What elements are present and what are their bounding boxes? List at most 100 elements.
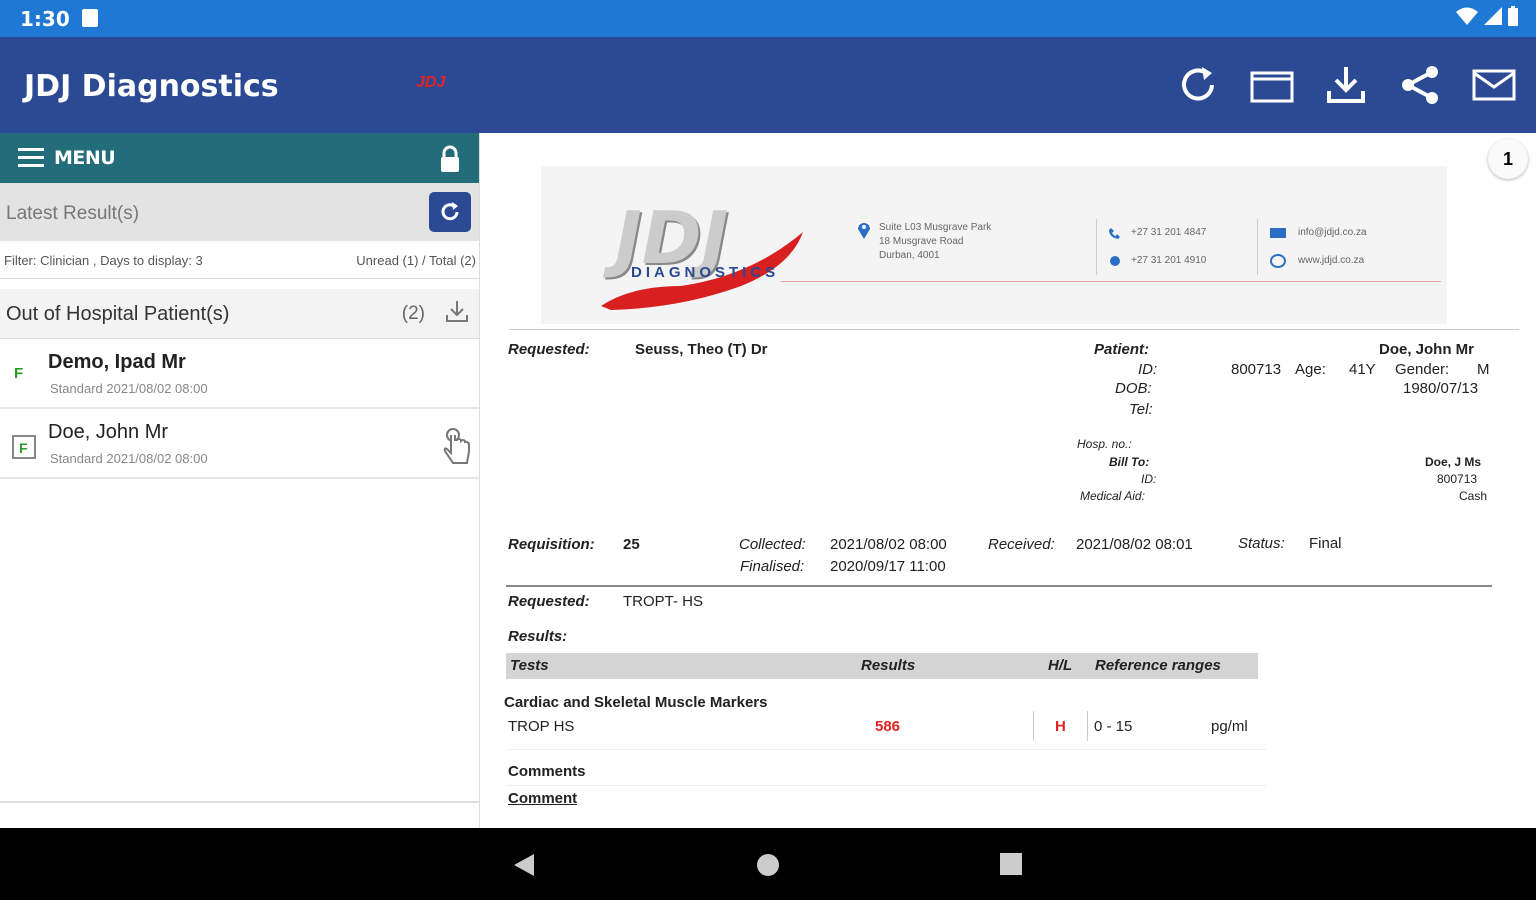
patient-group-header[interactable]: Out of Hospital Patient(s) (2) [0,289,479,339]
patient-subtitle: Standard 2021/08/02 08:00 [50,381,208,396]
sidebar: MENU Latest Result(s) Filter: Clinician … [0,133,480,828]
comments-label: Comments [508,763,586,780]
patient-name-value: Doe, John Mr [1379,341,1475,358]
email-icon [1472,69,1516,101]
app-logo: JDJ [416,74,446,91]
signal-icon [1484,7,1502,25]
svg-text:F: F [19,440,28,456]
battery-icon [1508,6,1518,26]
refresh-icon [441,202,459,221]
sd-card-icon [82,9,98,27]
id-value: 800713 [1231,361,1282,378]
divider [506,585,1492,587]
menu-label[interactable]: MENU [54,147,116,169]
dob-value: 1980/07/13 [1403,380,1479,397]
phone-icon [1109,228,1120,239]
unread-total-text: Unread (1) / Total (2) [356,253,476,268]
requested-doctor: Seuss, Theo (T) Dr [635,341,768,358]
divider [0,801,480,803]
test-range: 0 - 15 [1094,718,1133,735]
hamburger-icon[interactable] [18,148,44,168]
divider [781,281,1441,282]
requisition-value: 25 [623,536,640,553]
test-flag: H [1055,718,1066,735]
lab-letterhead: JDJ DIAGNOSTICS Suite L03 Musgrave Park … [541,166,1447,324]
requested-tests-value: TROPT- HS [623,593,704,610]
list-item[interactable]: F Demo, Ipad Mr Standard 2021/08/02 08:0… [0,339,479,409]
latest-results-header: Latest Result(s) [0,183,479,241]
collected-label: Collected: [739,536,806,553]
divider [1033,711,1034,741]
status-label: Status: [1238,535,1285,552]
test-result: 586 [875,718,901,735]
collected-value: 2021/08/02 08:00 [830,536,947,553]
hosp-no-label: Hosp. no.: [1077,437,1132,451]
finalised-value: 2020/09/17 11:00 [830,558,946,575]
received-label: Received: [988,536,1055,553]
app-title: JDJ Diagnostics [24,69,279,104]
email-button[interactable] [1472,61,1516,109]
document-icon: F [12,435,36,459]
divider [506,749,1266,750]
filter-text: Filter: Clinician , Days to display: 3 [4,253,203,268]
menu-bar[interactable]: MENU [0,133,479,183]
bill-id-label: ID: [1141,472,1157,486]
received-value: 2021/08/02 08:01 [1076,536,1193,553]
refresh-icon [1182,67,1214,101]
email-icon [1270,228,1286,238]
medical-aid-value: Cash [1459,489,1488,503]
home-icon[interactable] [756,853,780,877]
list-item[interactable]: F Doe, John Mr Standard 2021/08/02 08:00 [0,409,479,479]
finalised-label: Finalised: [740,558,805,575]
requisition-label: Requisition: [508,536,595,553]
wifi-icon [1456,7,1478,25]
patient-group-label: Out of Hospital Patient(s) [6,303,230,325]
test-name: TROP HS [508,718,575,735]
requested-label: Requested: [508,341,590,358]
page-number-badge: 1 [1488,139,1528,179]
patient-label: Patient: [1094,341,1150,358]
refresh-list-button[interactable] [429,192,471,232]
divider [1087,711,1088,741]
fax-icon [1110,256,1120,266]
col-reference: Reference ranges [1095,657,1221,674]
status-value: Final [1309,535,1342,552]
refresh-button[interactable] [1176,61,1220,109]
patient-name: Demo, Ipad Mr [48,351,186,373]
system-nav-bar [0,828,1536,900]
download-icon [1327,67,1365,103]
age-value: 41Y [1349,361,1376,378]
bill-id-value: 800713 [1437,472,1478,486]
download-icon[interactable] [445,299,469,323]
download-button[interactable] [1324,61,1368,109]
requested-tests-label: Requested: [508,593,590,610]
dob-label: DOB: [1115,380,1152,397]
lab-phones: +27 31 201 4847 +27 31 201 4910 [1096,219,1206,275]
share-button[interactable] [1398,61,1442,109]
id-label: ID: [1138,361,1158,378]
results-label: Results: [508,628,568,645]
bill-to-label: Bill To: [1109,455,1150,469]
globe-icon [1270,254,1286,268]
lab-web: info@jdjd.co.za www.jdjd.co.za [1257,219,1367,275]
lock-icon[interactable] [439,145,461,173]
hand-pointer-icon [443,428,470,464]
filter-bar: Filter: Clinician , Days to display: 3 U… [0,241,479,279]
divider [506,785,1266,786]
report-viewer: 1 JDJ DIAGNOSTICS Suite L03 Musgrave Par… [481,133,1536,828]
section-title: Cardiac and Skeletal Muscle Markers [504,694,768,711]
back-icon[interactable] [512,852,536,878]
recents-icon[interactable] [1000,853,1022,875]
share-icon [1402,66,1438,104]
patient-subtitle: Standard 2021/08/02 08:00 [50,451,208,466]
gender-label: Gender: [1395,361,1450,378]
tel-label: Tel: [1129,401,1153,418]
status-time: 1:30 [20,7,70,31]
logo-subtext: DIAGNOSTICS [631,264,780,281]
divider [509,329,1519,330]
location-pin-icon [858,223,870,239]
col-tests: Tests [510,657,549,674]
age-label: Age: [1295,361,1326,378]
folder-button[interactable] [1250,61,1294,109]
latest-results-label: Latest Result(s) [6,203,140,224]
